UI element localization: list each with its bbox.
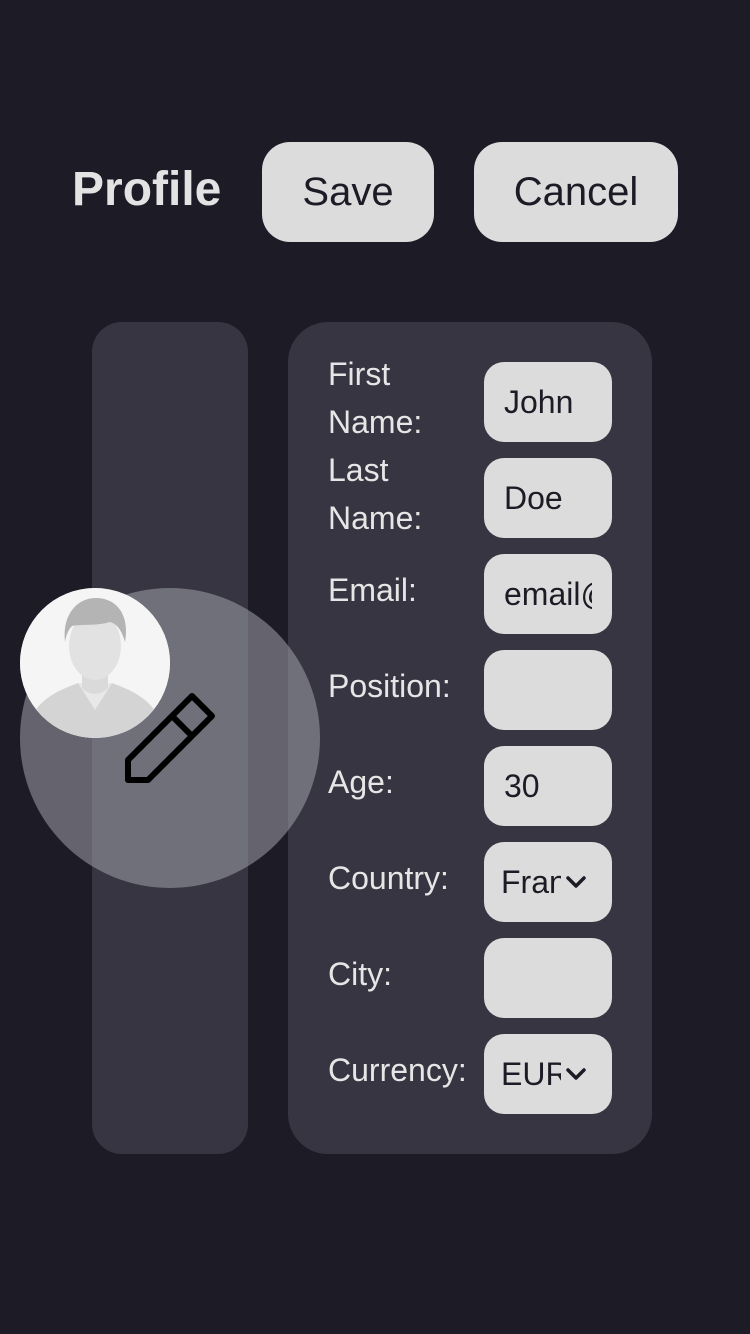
- last-name-label: Last Name:: [328, 446, 478, 542]
- last-name-input[interactable]: Doe: [484, 458, 612, 538]
- city-input[interactable]: [484, 938, 612, 1018]
- first-name-label-line1: First: [328, 356, 391, 392]
- chevron-down-icon: [566, 876, 586, 888]
- currency-select[interactable]: EUR: [484, 1034, 612, 1114]
- age-input[interactable]: 30: [484, 746, 612, 826]
- age-label: Age:: [328, 764, 394, 800]
- last-name-value: Doe: [504, 479, 563, 516]
- last-name-label-line2: Name:: [328, 500, 423, 536]
- cancel-button[interactable]: Cancel: [474, 142, 678, 242]
- email-value: email@: [504, 575, 592, 612]
- chevron-down-icon: [566, 1068, 586, 1080]
- first-name-input[interactable]: John: [484, 362, 612, 442]
- email-input[interactable]: email@: [484, 554, 612, 634]
- first-name-label: First Name:: [328, 350, 478, 446]
- currency-value: EUR: [501, 1055, 561, 1092]
- position-input[interactable]: [484, 650, 612, 730]
- currency-label: Currency:: [328, 1052, 467, 1088]
- first-name-value: John: [504, 383, 574, 420]
- city-label: City:: [328, 956, 392, 992]
- last-name-label-line1: Last: [328, 452, 389, 488]
- pencil-icon[interactable]: [120, 688, 220, 788]
- position-label: Position:: [328, 668, 451, 704]
- age-value: 30: [504, 767, 540, 804]
- save-button[interactable]: Save: [262, 142, 434, 242]
- email-label: Email:: [328, 572, 417, 608]
- country-value: France: [501, 863, 561, 900]
- first-name-label-line2: Name:: [328, 404, 423, 440]
- country-label: Country:: [328, 860, 449, 896]
- country-select[interactable]: France: [484, 842, 612, 922]
- page-title: Profile: [72, 163, 222, 216]
